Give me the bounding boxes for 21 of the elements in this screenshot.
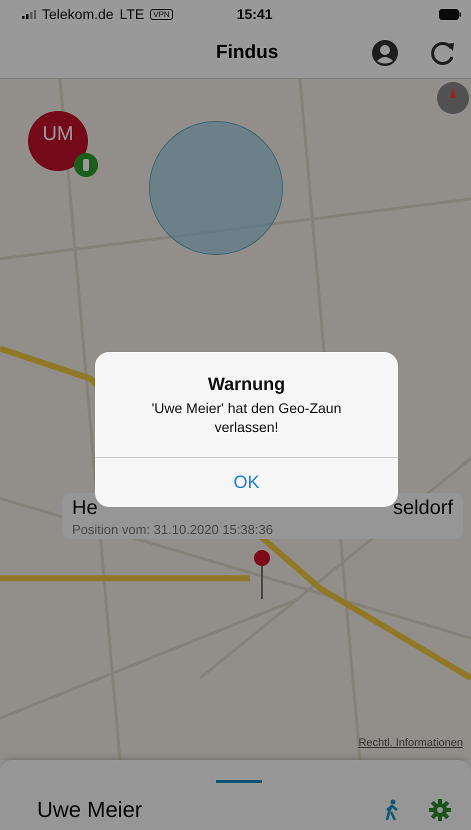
drag-handle[interactable] — [216, 780, 262, 783]
vpn-indicator: VPN — [150, 8, 173, 20]
nav-title: Findus — [216, 42, 278, 64]
refresh-icon[interactable] — [429, 39, 457, 67]
signal-icon — [22, 10, 36, 18]
carrier-label: Telekom.de — [42, 6, 114, 22]
profile-icon[interactable] — [371, 39, 399, 67]
alert-title: Warnung — [208, 374, 286, 395]
avatar-circle[interactable]: UM — [28, 111, 88, 171]
battery-badge-icon — [74, 153, 98, 177]
settings-icon[interactable] — [429, 799, 451, 821]
battery-icon — [439, 8, 461, 20]
person-name: Uwe Meier — [37, 797, 142, 823]
compass-icon[interactable] — [436, 81, 470, 115]
network-label: LTE — [120, 6, 144, 22]
callout-title-start: He — [72, 497, 98, 520]
callout-subtitle: Position vom: 31.10.2020 15:38:36 — [72, 522, 274, 537]
map-pin-icon[interactable] — [253, 549, 271, 599]
legal-link[interactable]: Rechtl. Informationen — [358, 737, 463, 749]
status-time: 15:41 — [236, 6, 272, 22]
alert-message: 'Uwe Meier' hat den Geo-Zaun verlassen! — [150, 399, 342, 437]
